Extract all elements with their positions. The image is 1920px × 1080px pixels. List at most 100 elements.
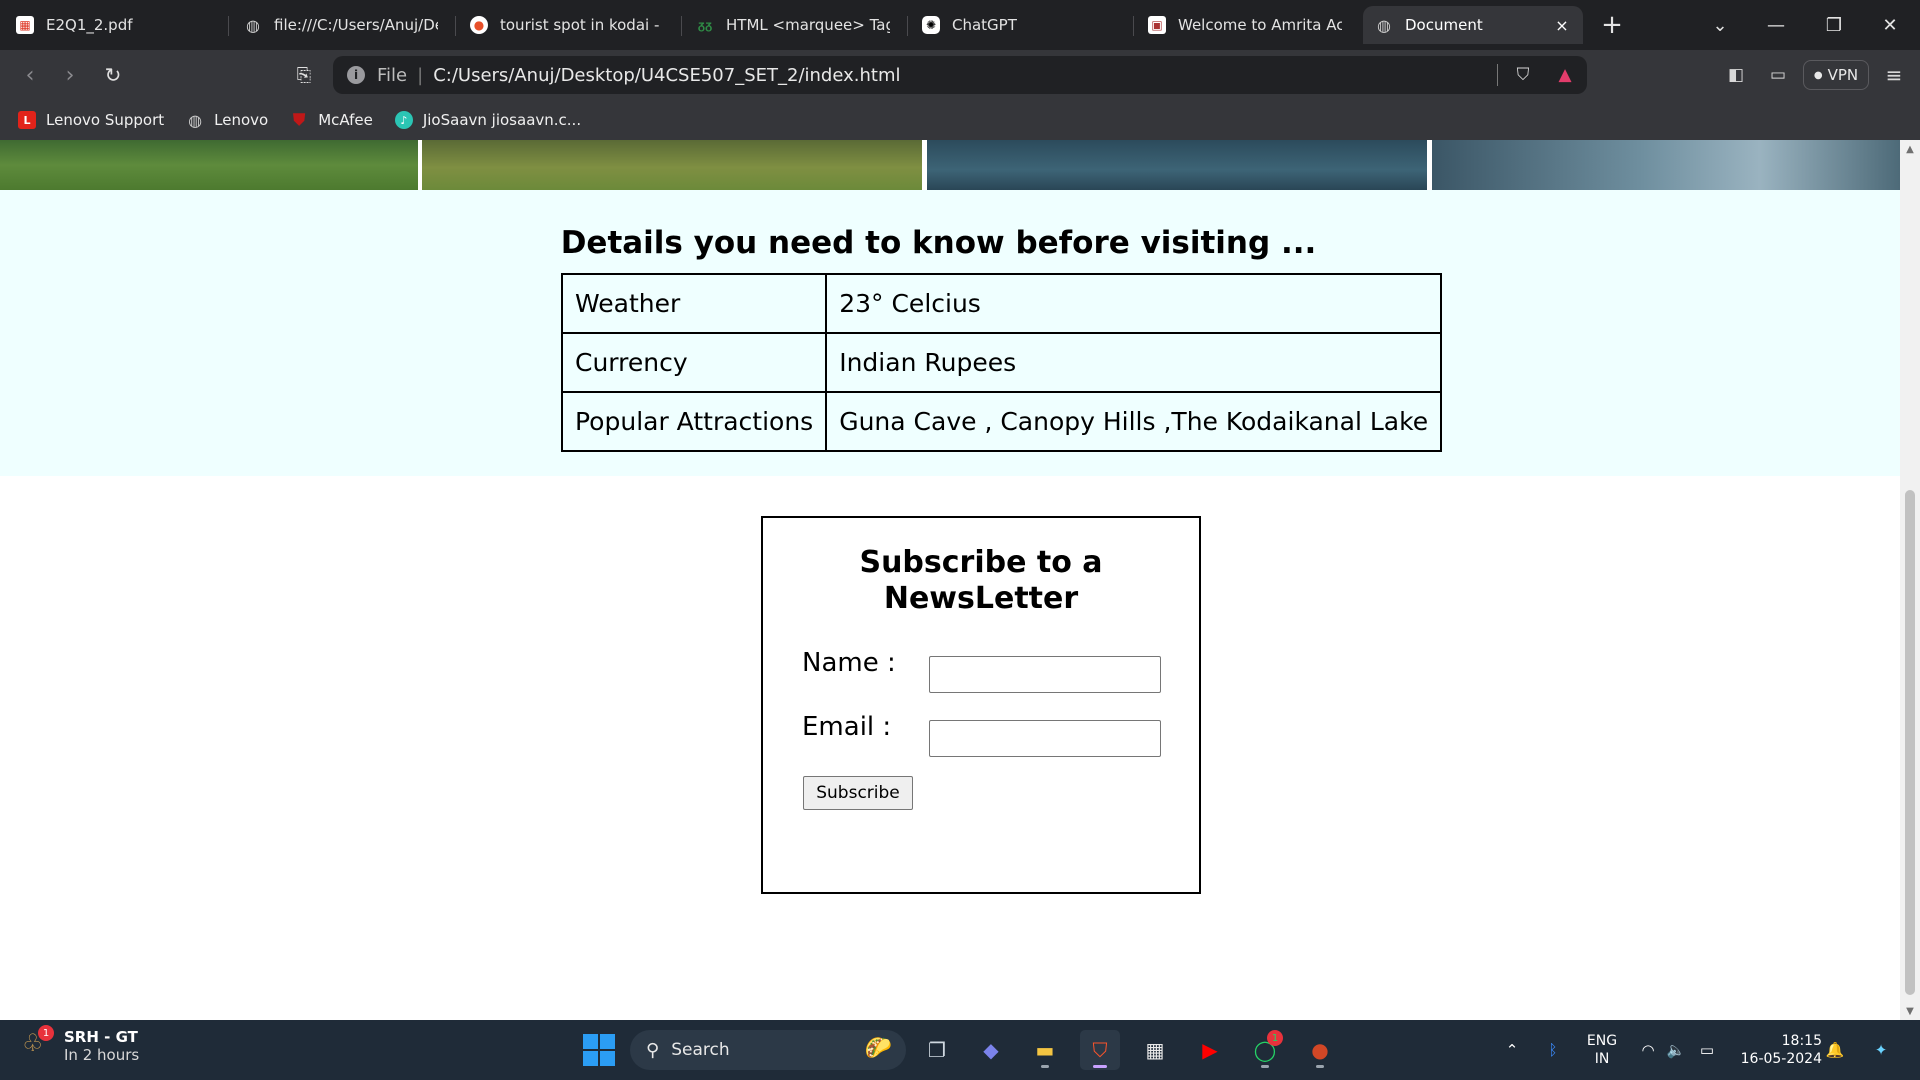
running-indicator	[1041, 1065, 1049, 1068]
new-tab-button[interactable]: +	[1584, 0, 1640, 50]
bookmark-icon[interactable]: ⎘	[288, 59, 320, 91]
language-indicator[interactable]: ENG IN	[1581, 1032, 1623, 1068]
tab-file-url[interactable]: ◍ file:///C:/Users/Anuj/Desk	[232, 6, 450, 44]
language-code: ENG	[1586, 1033, 1618, 1049]
subscribe-button[interactable]: Subscribe	[803, 776, 913, 810]
gallery-image-1	[0, 140, 418, 190]
tab-tourist-spot[interactable]: ● tourist spot in kodai - Bra	[458, 6, 676, 44]
url-text[interactable]: C:/Users/Anuj/Desktop/U4CSE507_SET_2/ind…	[433, 65, 900, 86]
weather-widget[interactable]: ♧ 1 SRH - GT In 2 hours	[22, 1025, 139, 1064]
tab-html-marquee[interactable]: ᵹᵹ HTML <marquee> Tag - G	[684, 6, 902, 44]
clock[interactable]: 18:15 16-05-2024	[1730, 1032, 1822, 1068]
search-icon: ⚲	[646, 1039, 660, 1061]
newsletter-heading: Subscribe to a NewsLetter	[859, 545, 1103, 616]
whatsapp-icon[interactable]: ◯ 1	[1245, 1030, 1285, 1070]
windows-logo-icon	[600, 1051, 615, 1066]
bookmark-lenovo[interactable]: ◍ Lenovo	[186, 111, 268, 130]
teams-icon[interactable]: ◆	[971, 1030, 1011, 1070]
tab-chatgpt[interactable]: ✺ ChatGPT	[910, 6, 1128, 44]
details-section: Details you need to know before visiting…	[0, 190, 1900, 476]
battery-icon[interactable]: ▭	[1694, 1020, 1720, 1080]
taskbar-search[interactable]: ⚲ Search 🌮	[630, 1030, 906, 1070]
details-table: Weather 23° Celcius Currency Indian Rupe…	[560, 273, 1443, 452]
windows-logo-icon	[583, 1034, 598, 1049]
tray-chevron-icon[interactable]: ⌃	[1500, 1020, 1524, 1080]
gallery-image-strip	[0, 140, 1900, 190]
bluetooth-icon[interactable]: ᛒ	[1541, 1020, 1565, 1080]
minimize-button[interactable]: —	[1748, 0, 1804, 50]
running-indicator	[1261, 1065, 1269, 1068]
tab-e2q1-pdf[interactable]: ▦ E2Q1_2.pdf	[4, 6, 226, 44]
search-highlight-icon: 🌮	[864, 1036, 892, 1061]
tab-separator	[228, 16, 229, 36]
url-divider: |	[417, 64, 424, 86]
bookmark-jiosaavn[interactable]: ♪ JioSaavn jiosaavn.c...	[394, 111, 581, 129]
amrita-icon: ▣	[1148, 16, 1166, 34]
vpn-status-icon: ●	[1813, 69, 1823, 81]
task-view-icon[interactable]: ❐	[917, 1030, 957, 1070]
tab-amrita[interactable]: ▣ Welcome to Amrita Acade	[1136, 6, 1354, 44]
site-info-icon[interactable]: i	[347, 66, 365, 84]
name-input[interactable]	[929, 656, 1161, 693]
back-button[interactable]: ‹	[14, 59, 46, 91]
youtube-icon[interactable]: ▶	[1190, 1030, 1230, 1070]
vpn-button[interactable]: ● VPN	[1803, 60, 1869, 90]
mcafee-shield-icon: ⛊	[293, 110, 306, 129]
clock-date: 16-05-2024	[1740, 1051, 1822, 1067]
gallery-image-4	[1432, 140, 1900, 190]
powerpoint-icon[interactable]: ●	[1300, 1030, 1340, 1070]
url-scheme-label: File	[377, 64, 408, 86]
brave-shields-icon[interactable]: ⛉	[1509, 62, 1537, 88]
vpn-label: VPN	[1827, 66, 1859, 84]
whatsapp-badge: 1	[1267, 1030, 1283, 1046]
gfg-icon: ᵹᵹ	[697, 18, 713, 32]
notification-bell-icon[interactable]: 🔔	[1822, 1020, 1848, 1080]
tab-separator	[1133, 16, 1134, 36]
copilot-icon[interactable]: ✦	[1864, 1020, 1898, 1080]
tab-separator	[681, 16, 682, 36]
page-scrollbar[interactable]: ▲ ▼	[1900, 140, 1920, 1020]
sidebar-toggle-icon[interactable]: ◧	[1722, 62, 1750, 88]
bookmarks-bar: L Lenovo Support ◍ Lenovo ⛊ McAfee ♪ Jio…	[0, 100, 1920, 140]
wifi-icon[interactable]: ◠	[1636, 1020, 1660, 1080]
browser-tab-strip: ▦ E2Q1_2.pdf ◍ file:///C:/Users/Anuj/Des…	[0, 0, 1920, 50]
lenovo-support-icon: L	[18, 111, 36, 129]
bookmark-mcafee[interactable]: ⛊ McAfee	[290, 110, 373, 129]
tab-search-chevron-icon[interactable]: ⌄	[1692, 0, 1748, 50]
tab-document[interactable]: ◍ Document ×	[1363, 6, 1583, 44]
address-bar[interactable]: i File | C:/Users/Anuj/Desktop/U4CSE507_…	[333, 56, 1587, 94]
weather-badge: 1	[38, 1025, 54, 1041]
toolbar-divider	[1497, 64, 1498, 86]
tab-close-icon[interactable]: ×	[1553, 16, 1571, 35]
brave-browser-icon[interactable]: ⛉	[1080, 1030, 1120, 1070]
restore-button[interactable]: ❐	[1806, 0, 1862, 50]
search-placeholder: Search	[671, 1040, 730, 1060]
start-button[interactable]	[583, 1034, 615, 1066]
active-indicator	[1093, 1065, 1107, 1068]
brave-rewards-icon[interactable]: ▲	[1551, 62, 1579, 88]
clock-time: 18:15	[1781, 1033, 1822, 1049]
table-cell-value: Guna Cave , Canopy Hills ,The Kodaikanal…	[825, 391, 1443, 452]
jiosaavn-icon: ♪	[394, 111, 413, 129]
file-explorer-icon[interactable]: ▬	[1025, 1030, 1065, 1070]
scroll-down-arrow-icon[interactable]: ▼	[1900, 1002, 1920, 1020]
tab-separator	[455, 16, 456, 36]
weather-title: SRH - GT	[64, 1028, 138, 1046]
bookmark-lenovo-support[interactable]: L Lenovo Support	[18, 111, 164, 129]
scrollbar-thumb[interactable]	[1905, 490, 1915, 995]
email-label: Email :	[802, 712, 892, 742]
gallery-image-3	[927, 140, 1427, 190]
close-window-button[interactable]: ✕	[1862, 0, 1918, 50]
email-input[interactable]	[929, 720, 1161, 757]
reload-button[interactable]: ↻	[97, 59, 129, 91]
running-indicator	[1316, 1065, 1324, 1068]
region-code: IN	[1594, 1051, 1610, 1067]
volume-icon[interactable]: 🔈	[1664, 1020, 1688, 1080]
scroll-up-arrow-icon[interactable]: ▲	[1900, 140, 1920, 158]
table-cell-value: 23° Celcius	[825, 273, 1443, 334]
microsoft-store-icon[interactable]: ▦	[1135, 1030, 1175, 1070]
browser-toolbar: ‹ › ↻ ⎘ i File | C:/Users/Anuj/Desktop/U…	[0, 50, 1920, 100]
menu-icon[interactable]: ≡	[1880, 62, 1908, 88]
forward-button[interactable]: ›	[54, 59, 86, 91]
wallet-icon[interactable]: ▭	[1764, 62, 1792, 88]
